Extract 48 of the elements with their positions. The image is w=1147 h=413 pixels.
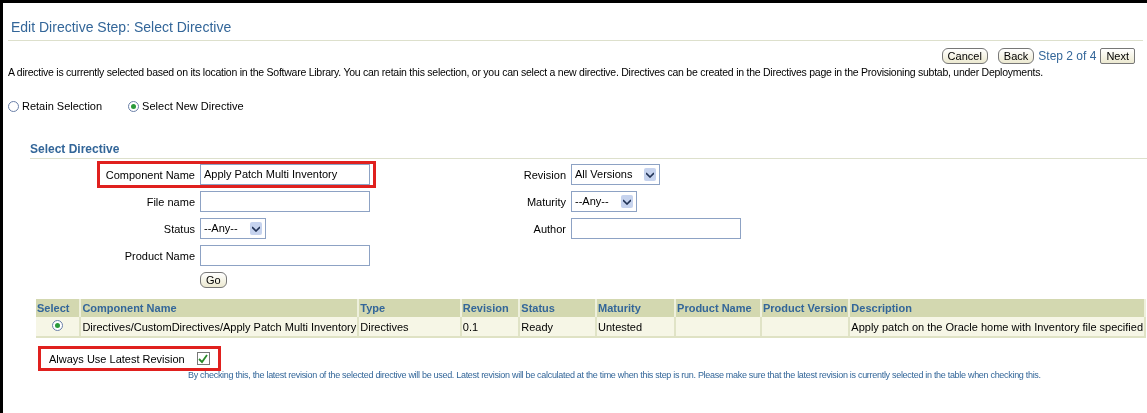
caret-icon [644, 168, 657, 181]
field-label: File name [145, 195, 195, 208]
column-header: Product Version [760, 299, 850, 317]
radio-button[interactable] [128, 100, 140, 112]
table-cell: Ready [519, 317, 596, 337]
column-header: Description [849, 299, 1145, 317]
step-indicator: Step 2 of 4 [1038, 49, 1097, 63]
page-title: Edit Directive Step: Select Directive [8, 3, 1143, 41]
row-radio[interactable] [52, 320, 64, 331]
column-header: Select [36, 299, 81, 317]
radio-option[interactable]: Select New Directive [128, 100, 244, 112]
back-button[interactable]: Back [997, 48, 1035, 64]
checkbox-label: Always Use Latest Revision [49, 352, 185, 365]
go-button[interactable]: Go [200, 272, 227, 288]
column-header: Status [519, 299, 596, 317]
table-cell: Apply patch on the Oracle home with Inventory file specified [849, 317, 1145, 337]
cancel-button[interactable]: Cancel [941, 48, 988, 64]
caret-icon [249, 222, 262, 235]
caret-icon [620, 195, 633, 208]
dropdown[interactable]: --Any-- [571, 191, 637, 212]
column-header: Maturity [596, 299, 676, 317]
intro-text: A directive is currently selected based on its location in the Software Library. You can retain this selection, or you can select a new directive. Directives can be created in the Directives page in the Provisioning subtab, under Deployments. [8, 66, 1044, 78]
dropdown[interactable]: All Versions [571, 164, 661, 185]
column-header: Revision [460, 299, 520, 317]
table-cell: 0.1 [460, 317, 520, 337]
input-field[interactable] [200, 245, 370, 266]
checkbox[interactable] [196, 352, 210, 365]
field-label: Component Name [104, 168, 195, 181]
column-header: Product Name [675, 299, 761, 317]
hint-text: By checking this, the latest revision of the selected directive will be used. Latest revision will be calculated at the time when this step is run. Please make sure that the latest revision is currently selected in the table when checking this. [188, 370, 1042, 380]
table-cell: Directives/CustomDirectives/Apply Patch Multi Inventory [80, 317, 359, 337]
section-title: Select Directive [30, 142, 1147, 159]
column-header: Component Name [80, 299, 359, 317]
field-label: Product Name [123, 249, 195, 262]
table-cell: Directives [358, 317, 461, 337]
field-label: Revision [522, 168, 566, 181]
input-field[interactable] [200, 191, 370, 212]
radio-option[interactable]: Retain Selection [8, 100, 103, 112]
table-cell: Untested [596, 317, 676, 337]
field-label: Status [162, 222, 195, 235]
input-field[interactable]: Apply Patch Multi Inventory [200, 164, 370, 185]
dropdown[interactable]: --Any-- [200, 218, 266, 239]
column-header: Type [358, 299, 461, 317]
next-button[interactable]: Next [1100, 48, 1135, 64]
field-label: Author [532, 222, 566, 235]
field-label: Maturity [525, 195, 566, 208]
radio-button[interactable] [8, 100, 19, 112]
input-field[interactable] [571, 218, 741, 239]
